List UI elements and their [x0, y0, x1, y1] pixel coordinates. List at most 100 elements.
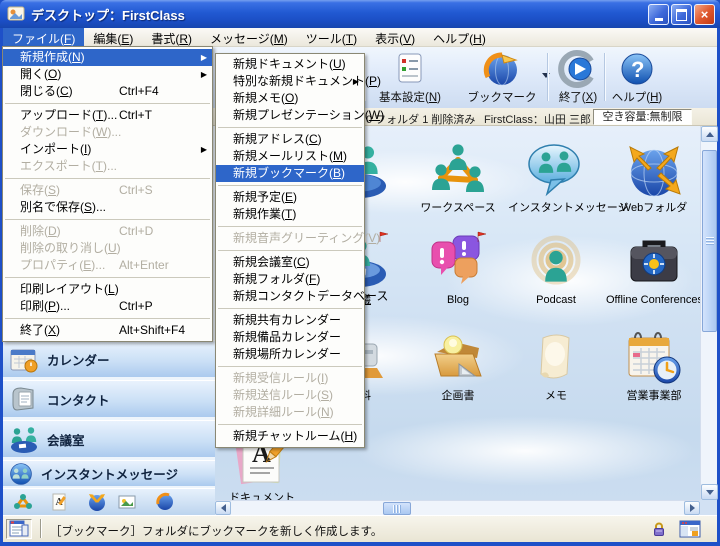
thumb-grip-icon: [706, 237, 714, 245]
sidebar-item-label: コンタクト: [47, 390, 110, 409]
arrow-right-icon: [690, 504, 695, 512]
submenu-item-new-folder[interactable]: 新規フォルダ(F): [216, 271, 364, 288]
sidebar-item-contacts[interactable]: コンタクト: [3, 380, 215, 417]
scroll-right-button[interactable]: [684, 501, 700, 515]
webfolder-mini-icon[interactable]: [87, 492, 107, 517]
menu-item-upload[interactable]: アップロード(T)...Ctrl+T: [3, 107, 212, 124]
desktop-icon-label: 営業事業部: [606, 390, 700, 403]
desktop-icon-offline-conferences[interactable]: Offline Conferences: [606, 230, 700, 307]
submenu-arrow-icon: ▶: [201, 141, 207, 158]
podcast-icon: [508, 230, 604, 292]
submenu-item-new-mail-list[interactable]: 新規メールリスト(M): [216, 148, 364, 165]
desktop-icon-label: Podcast: [508, 294, 604, 307]
window-icon: [7, 6, 25, 22]
scroll-down-button[interactable]: [701, 484, 718, 500]
submenu-item-new-receive-rule: 新規受信ルール(I): [216, 370, 364, 387]
menu-separator: [218, 127, 362, 128]
submenu-item-new-shared-calendar[interactable]: 新規共有カレンダー: [216, 312, 364, 329]
sidebar-item-instant-message[interactable]: インスタントメッセージ: [3, 460, 215, 486]
scrollbar-corner: [700, 500, 717, 515]
titlebar[interactable]: デスクトップ：FirstClass ×: [0, 0, 720, 28]
menu-edit[interactable]: 編集(E): [84, 28, 142, 47]
desktop-icon-workspace[interactable]: ワークスペース: [410, 138, 506, 215]
menu-message[interactable]: メッセージ(M): [201, 28, 297, 47]
menu-format[interactable]: 書式(R): [142, 28, 201, 47]
vertical-scroll-thumb[interactable]: [702, 150, 717, 332]
help-button[interactable]: ? ヘルプ(H): [608, 49, 666, 105]
status-doc-icon: [9, 520, 29, 538]
menu-item-close[interactable]: 閉じる(C)Ctrl+F4: [3, 83, 212, 100]
submenu-item-new-conference[interactable]: 新規会議室(C): [216, 254, 364, 271]
sidebar-item-conference[interactable]: 会議室: [3, 420, 215, 457]
horizontal-scrollbar[interactable]: [215, 500, 700, 515]
workspace-icon: [410, 138, 506, 200]
file-menu: 新規作成(N)▶ 開く(O)▶ 閉じる(C)Ctrl+F4 アップロード(T).…: [2, 46, 213, 342]
desktop-icon-blog[interactable]: Blog: [410, 230, 506, 307]
close-button[interactable]: ×: [694, 4, 715, 25]
submenu-item-new-equipment-calendar[interactable]: 新規備品カレンダー: [216, 329, 364, 346]
menu-item-exit[interactable]: 終了(X)Alt+Shift+F4: [3, 322, 212, 339]
arrow-down-icon: [706, 490, 714, 495]
menu-item-new-create[interactable]: 新規作成(N)▶: [3, 49, 212, 66]
menu-item-download: ダウンロード(W)...: [3, 124, 212, 141]
panel-layout-icon[interactable]: [679, 520, 701, 541]
horizontal-scroll-thumb[interactable]: [383, 502, 411, 515]
submenu-item-new-task[interactable]: 新規作業(T): [216, 206, 364, 223]
menu-view[interactable]: 表示(V): [366, 28, 424, 47]
workspace-mini-icon[interactable]: [13, 492, 33, 517]
desktop-icon-memo[interactable]: メモ: [508, 326, 604, 403]
scroll-up-button[interactable]: [701, 126, 718, 142]
desktop-icon-podcast[interactable]: Podcast: [508, 230, 604, 307]
vertical-scrollbar[interactable]: [700, 126, 717, 500]
menu-item-print[interactable]: 印刷(P)...Ctrl+P: [3, 298, 212, 315]
submenu-item-new-contact-database[interactable]: 新規コンタクトデータベース: [216, 288, 364, 305]
menu-item-open[interactable]: 開く(O)▶: [3, 66, 212, 83]
menu-separator: [218, 185, 362, 186]
document-mini-icon[interactable]: A: [49, 492, 69, 517]
maximize-button[interactable]: [671, 4, 692, 25]
scroll-left-button[interactable]: [215, 501, 231, 515]
bookmark-button[interactable]: ブックマーク: [454, 49, 550, 105]
menu-item-import[interactable]: インポート(I)▶: [3, 141, 212, 158]
desktop-icon-sales-division[interactable]: 営業事業部: [606, 326, 700, 403]
desktop-icon-web-folder[interactable]: Webフォルダ: [606, 138, 700, 215]
submenu-item-new-chat-room[interactable]: 新規チャットルーム(H): [216, 428, 364, 445]
menu-separator: [5, 318, 210, 319]
user-identity: FirstClass：山田 三郎: [484, 111, 591, 127]
desktop-icon-proposal[interactable]: 企画書: [410, 326, 506, 403]
sidebar-icon-tray: A: [3, 488, 215, 515]
submenu-item-new-send-rule: 新規送信ルール(S): [216, 387, 364, 404]
submenu-item-new-memo[interactable]: 新規メモ(O): [216, 90, 364, 107]
submenu-item-new-bookmark[interactable]: 新規ブックマーク(B): [216, 165, 364, 182]
submenu-item-special-new-document[interactable]: 特別な新規ドキュメント(P)▶: [216, 73, 364, 90]
svg-text:?: ?: [631, 57, 644, 82]
minimize-icon: [655, 18, 663, 21]
proposal-icon: [410, 326, 506, 388]
picture-mini-icon[interactable]: [117, 492, 137, 517]
menu-item-properties: プロパティ(E)...Alt+Enter: [3, 257, 212, 274]
desktop-icon-instant-message[interactable]: インスタントメッセージ: [508, 138, 604, 215]
menu-separator: [218, 226, 362, 227]
desktop-icon-label: インスタントメッセージ: [508, 202, 604, 215]
quota-display: 空き容量:無制限: [593, 109, 692, 125]
exit-button[interactable]: 終了(X): [552, 49, 604, 105]
menu-item-save-as[interactable]: 別名で保存(S)...: [3, 199, 212, 216]
minimize-button[interactable]: [648, 4, 669, 25]
arrow-left-icon: [221, 504, 226, 512]
help-label: ヘルプ(H): [612, 89, 663, 105]
new-create-submenu: 新規ドキュメント(U) 特別な新規ドキュメント(P)▶ 新規メモ(O) 新規プレ…: [215, 53, 365, 448]
submenu-item-new-document[interactable]: 新規ドキュメント(U): [216, 56, 364, 73]
menu-help[interactable]: ヘルプ(H): [424, 28, 495, 47]
desktop-icon-label: ドキュメント: [215, 492, 310, 500]
submenu-item-new-presentation[interactable]: 新規プレゼンテーション(W): [216, 107, 364, 124]
submenu-item-new-event[interactable]: 新規予定(E): [216, 189, 364, 206]
menu-tools[interactable]: ツール(T): [297, 28, 366, 47]
submenu-item-new-location-calendar[interactable]: 新規場所カレンダー: [216, 346, 364, 363]
sidebar-item-calendar[interactable]: カレンダー: [3, 340, 215, 377]
status-doc-box: [6, 519, 32, 539]
submenu-item-new-address[interactable]: 新規アドレス(C): [216, 131, 364, 148]
bookmark-mini-icon[interactable]: [155, 492, 175, 517]
maximize-icon: [676, 9, 687, 21]
menu-item-print-layout[interactable]: 印刷レイアウト(L): [3, 281, 212, 298]
menu-file[interactable]: ファイル(F): [3, 28, 84, 47]
